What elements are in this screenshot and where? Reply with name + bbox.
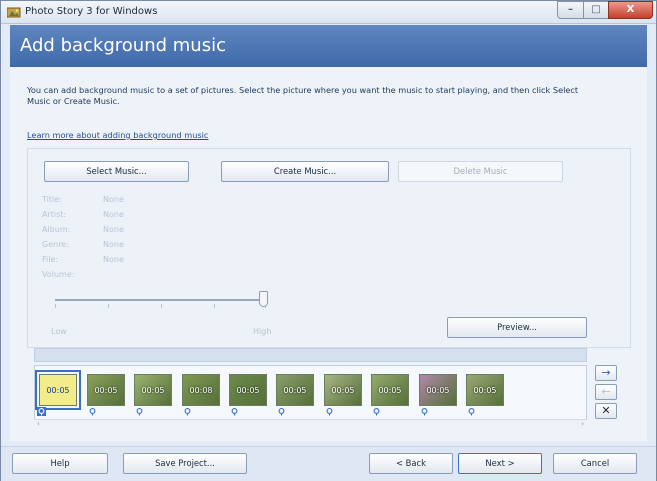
thumbnail-duration: 00:08 xyxy=(189,386,213,395)
music-info-label: Title: xyxy=(42,195,62,204)
thumbnail-duration: 00:05 xyxy=(331,386,355,395)
filmstrip-thumbnail[interactable]: 00:05 xyxy=(134,374,172,406)
preview-button[interactable]: Preview... xyxy=(447,317,587,338)
help-button[interactable]: Help xyxy=(12,453,108,474)
minimize-button[interactable]: – xyxy=(557,1,584,19)
music-info-label: Album: xyxy=(42,225,71,234)
intro-text: You can add background music to a set of… xyxy=(27,85,579,106)
thumbnail-duration: 00:05 xyxy=(378,386,402,395)
music-info-value: None xyxy=(103,210,124,219)
scroll-left-arrow-icon[interactable]: ‹ xyxy=(37,420,40,428)
photo-story-app-icon xyxy=(7,7,21,18)
music-note-icon xyxy=(136,408,143,416)
next-button[interactable]: Next > xyxy=(458,453,542,474)
filmstrip-thumbnail[interactable]: 00:05 xyxy=(466,374,504,406)
volume-tick xyxy=(108,304,109,308)
select-music-button[interactable]: Select Music... xyxy=(44,161,189,182)
minimize-icon: – xyxy=(568,4,573,15)
music-note-icon xyxy=(468,408,475,416)
page-header: Add background music xyxy=(10,25,647,67)
volume-slider-thumb[interactable] xyxy=(259,291,268,307)
music-note-icon xyxy=(326,408,333,416)
thumbnail-duration: 00:05 xyxy=(426,386,450,395)
thumbnail-duration: 00:05 xyxy=(46,386,70,395)
save-project-button[interactable]: Save Project... xyxy=(123,453,247,474)
volume-tick xyxy=(161,304,162,308)
delete-music-button: Delete Music xyxy=(398,161,563,182)
filmstrip-thumbnail[interactable]: 00:05 xyxy=(371,374,409,406)
close-icon: X xyxy=(626,4,635,15)
learn-more-link[interactable]: Learn more about adding background music xyxy=(27,130,208,140)
create-music-button[interactable]: Create Music... xyxy=(221,161,389,182)
music-info-label: File: xyxy=(42,255,59,264)
cancel-button[interactable]: Cancel xyxy=(553,453,637,474)
music-note-icon xyxy=(421,408,428,416)
maximize-button[interactable]: □ xyxy=(583,1,609,19)
music-info-value: None xyxy=(103,195,124,204)
volume-tick xyxy=(214,304,215,308)
music-note-icon xyxy=(89,408,96,416)
scroll-right-arrow-icon[interactable]: › xyxy=(581,420,584,428)
music-note-icon xyxy=(231,408,238,416)
thumbnail-duration: 00:05 xyxy=(283,386,307,395)
app-window: Photo Story 3 for Windows – □ X Add back… xyxy=(0,0,657,481)
music-note-icon xyxy=(278,408,285,416)
filmstrip-thumbnail[interactable]: 00:05 xyxy=(35,370,81,410)
volume-high-label: High xyxy=(253,327,272,336)
music-note-icon xyxy=(184,408,191,416)
music-info-label: Artist: xyxy=(42,210,67,219)
music-timeline-bar xyxy=(34,348,587,362)
filmstrip-thumbnail[interactable]: 00:05 xyxy=(229,374,267,406)
thumbnail-duration: 00:05 xyxy=(473,386,497,395)
filmstrip-thumbnail[interactable]: 00:05 xyxy=(324,374,362,406)
thumbnail-duration: 00:05 xyxy=(141,386,165,395)
close-button[interactable]: X xyxy=(608,1,653,19)
page-title: Add background music xyxy=(20,35,226,56)
filmstrip-thumbnail[interactable]: 00:08 xyxy=(182,374,220,406)
filmstrip-thumbnail[interactable]: 00:05 xyxy=(276,374,314,406)
filmstrip-thumbnail[interactable]: 00:05 xyxy=(87,374,125,406)
filmstrip-thumbnail[interactable]: 00:05 xyxy=(419,374,457,406)
music-info-value: None xyxy=(103,225,124,234)
thumbnail-duration: 00:05 xyxy=(94,386,118,395)
music-note-icon xyxy=(37,407,46,416)
thumbnail-duration: 00:05 xyxy=(236,386,260,395)
volume-slider-track[interactable] xyxy=(55,299,267,301)
back-button[interactable]: < Back xyxy=(369,453,453,474)
remove-picture-button[interactable]: ✕ xyxy=(595,403,617,419)
music-info-label: Volume: xyxy=(42,270,75,279)
music-info-value: None xyxy=(103,255,124,264)
volume-tick xyxy=(55,304,56,308)
title-bar: Photo Story 3 for Windows – □ X xyxy=(1,1,656,24)
music-info-label: Genre: xyxy=(42,240,69,249)
filmstrip-scrollbar[interactable]: ‹ › xyxy=(34,419,587,429)
volume-low-label: Low xyxy=(51,327,67,336)
maximize-icon: □ xyxy=(591,4,601,15)
music-note-icon xyxy=(373,408,380,416)
move-right-button[interactable]: → xyxy=(595,365,617,381)
window-title: Photo Story 3 for Windows xyxy=(25,6,158,17)
move-left-button: ← xyxy=(595,384,617,400)
music-info-value: None xyxy=(103,240,124,249)
